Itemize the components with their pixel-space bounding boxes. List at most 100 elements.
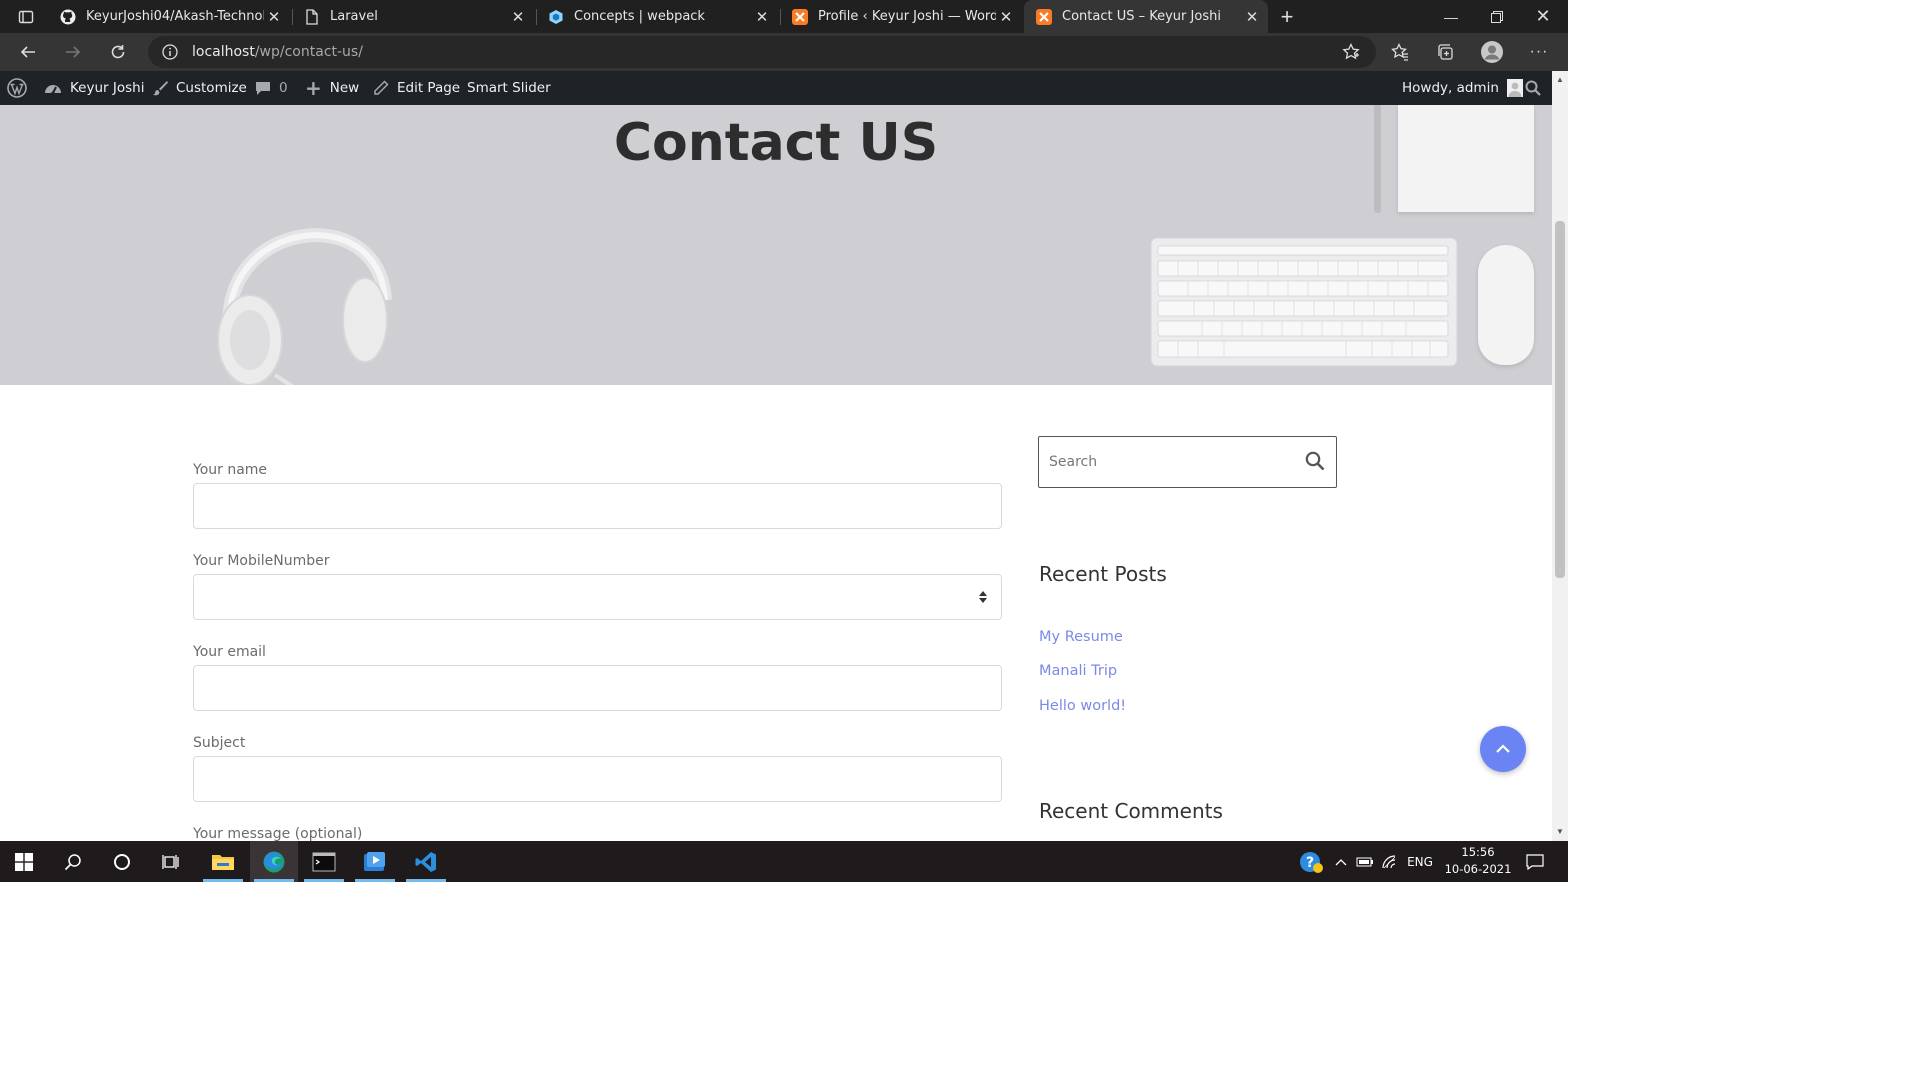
tab-github[interactable]: KeyurJoshi04/Akash-Technolabs- ✕ [48, 0, 290, 33]
settings-menu-button[interactable]: ··· [1522, 33, 1556, 71]
close-tab-icon[interactable]: ✕ [996, 8, 1016, 26]
address-bar[interactable]: localhost/wp/contact-us/ [148, 36, 1376, 68]
notifications-button[interactable] [1520, 841, 1550, 882]
name-input[interactable] [193, 483, 1002, 529]
taskbar-clock[interactable]: 15:56 10-06-2021 [1440, 844, 1516, 878]
close-icon: ✕ [1535, 6, 1551, 26]
show-hidden-icons-button[interactable] [1330, 841, 1352, 882]
tab-laravel[interactable]: Laravel ✕ [292, 0, 534, 33]
scroll-to-top-button[interactable] [1480, 726, 1526, 772]
customize-label: Customize [176, 80, 247, 96]
chevron-up-icon [1335, 858, 1347, 865]
task-view-button[interactable] [147, 841, 195, 882]
subject-input[interactable] [193, 756, 1002, 802]
restore-button[interactable] [1474, 0, 1520, 33]
notebook-image [1398, 105, 1534, 212]
new-content-link[interactable]: + New [305, 71, 359, 105]
email-label: Your email [193, 644, 266, 660]
media-player-button[interactable] [351, 841, 399, 882]
wp-admin-bar: Keyur Joshi Customize 0 + New Edit Page … [0, 71, 1568, 105]
forward-button[interactable] [56, 33, 90, 71]
mobile-number-label: Your MobileNumber [193, 553, 330, 569]
language-indicator[interactable]: ENG [1403, 841, 1437, 882]
tab-actions-button[interactable] [6, 0, 42, 33]
tab-wordpress-profile[interactable]: Profile ‹ Keyur Joshi — WordPress ✕ [780, 0, 1022, 33]
windows-logo-icon [15, 852, 33, 871]
favorites-button[interactable] [1383, 33, 1417, 71]
recent-post-link[interactable]: Manali Trip [1039, 663, 1117, 679]
smart-slider-label: Smart Slider [467, 80, 551, 96]
page-scrollbar[interactable]: ▲ ▼ [1552, 71, 1568, 841]
search-icon [1525, 80, 1541, 96]
comments-count: 0 [279, 80, 288, 96]
new-label: New [329, 80, 360, 96]
subject-label: Subject [193, 735, 246, 751]
scroll-up-arrow-icon[interactable]: ▲ [1556, 75, 1564, 84]
network-tray-icon[interactable] [1379, 841, 1401, 882]
recent-posts-heading: Recent Posts [1039, 562, 1167, 586]
battery-icon [1356, 857, 1373, 866]
close-tab-icon[interactable]: ✕ [508, 8, 528, 26]
cortana-icon [114, 853, 130, 870]
active-indicator [203, 879, 243, 882]
smart-slider-link[interactable]: Smart Slider [467, 71, 551, 105]
edge-browser-button[interactable] [250, 841, 298, 882]
notification-icon [1526, 853, 1544, 870]
tab-title: Contact US – Keyur Joshi [1062, 9, 1221, 24]
close-tab-icon[interactable]: ✕ [264, 8, 284, 26]
browser-toolbar: localhost/wp/contact-us/ ··· [0, 33, 1568, 71]
scroll-down-arrow-icon[interactable]: ▼ [1556, 827, 1564, 836]
search-icon[interactable] [1305, 451, 1325, 471]
start-button[interactable] [0, 841, 48, 882]
battery-tray-icon[interactable] [1354, 841, 1376, 882]
pen-image [1374, 105, 1381, 213]
webpack-icon [548, 9, 564, 25]
tab-contact-us[interactable]: Contact US – Keyur Joshi ✕ [1024, 0, 1268, 33]
recent-post-link[interactable]: My Resume [1039, 629, 1123, 645]
vscode-button[interactable] [402, 841, 450, 882]
cortana-button[interactable] [98, 841, 146, 882]
search-button[interactable] [49, 841, 97, 882]
number-spinner-icon[interactable] [978, 589, 988, 605]
tab-title: Laravel [330, 9, 378, 24]
customize-link[interactable]: Customize [152, 71, 247, 105]
file-explorer-button[interactable] [199, 841, 247, 882]
profile-avatar-icon [1481, 41, 1503, 63]
wordpress-logo-button[interactable] [7, 71, 27, 105]
clock-date: 10-06-2021 [1444, 862, 1512, 876]
tab-title: KeyurJoshi04/Akash-Technolabs- [86, 9, 264, 24]
tab-webpack[interactable]: Concepts | webpack ✕ [536, 0, 778, 33]
plus-icon: + [305, 76, 322, 100]
comments-link[interactable]: 0 [255, 71, 288, 105]
terminal-button[interactable] [300, 841, 348, 882]
howdy-label: Howdy, admin [1402, 80, 1499, 96]
tab-title: Profile ‹ Keyur Joshi — WordPress [818, 9, 996, 24]
my-account-link[interactable]: Howdy, admin [1402, 71, 1523, 105]
reload-button[interactable] [101, 33, 135, 71]
add-favorite-icon[interactable] [1342, 43, 1360, 61]
recent-post-link[interactable]: Hello world! [1039, 698, 1126, 714]
profile-button[interactable] [1475, 33, 1509, 71]
site-info-icon[interactable] [162, 44, 178, 60]
help-tray-icon[interactable]: ? [1296, 841, 1326, 882]
pencil-icon [373, 80, 389, 96]
close-window-button[interactable]: ✕ [1520, 0, 1566, 33]
email-input[interactable] [193, 665, 1002, 711]
media-player-icon [364, 851, 385, 871]
mobile-number-input[interactable] [193, 574, 1002, 620]
new-tab-button[interactable]: + [1270, 0, 1304, 33]
admin-search-button[interactable] [1525, 71, 1541, 105]
scrollbar-thumb[interactable] [1555, 221, 1565, 578]
minimize-button[interactable]: — [1428, 0, 1474, 33]
search-placeholder: Search [1049, 454, 1098, 470]
back-button[interactable] [11, 33, 45, 71]
comment-bubble-icon [255, 80, 271, 96]
active-indicator [254, 879, 294, 882]
edit-page-link[interactable]: Edit Page [373, 71, 460, 105]
collections-button[interactable] [1428, 33, 1462, 71]
active-indicator [406, 879, 446, 882]
close-tab-icon[interactable]: ✕ [752, 8, 772, 26]
sidebar-search-input[interactable]: Search [1038, 436, 1337, 488]
close-tab-icon[interactable]: ✕ [1242, 8, 1262, 26]
site-name-link[interactable]: Keyur Joshi [44, 71, 144, 105]
